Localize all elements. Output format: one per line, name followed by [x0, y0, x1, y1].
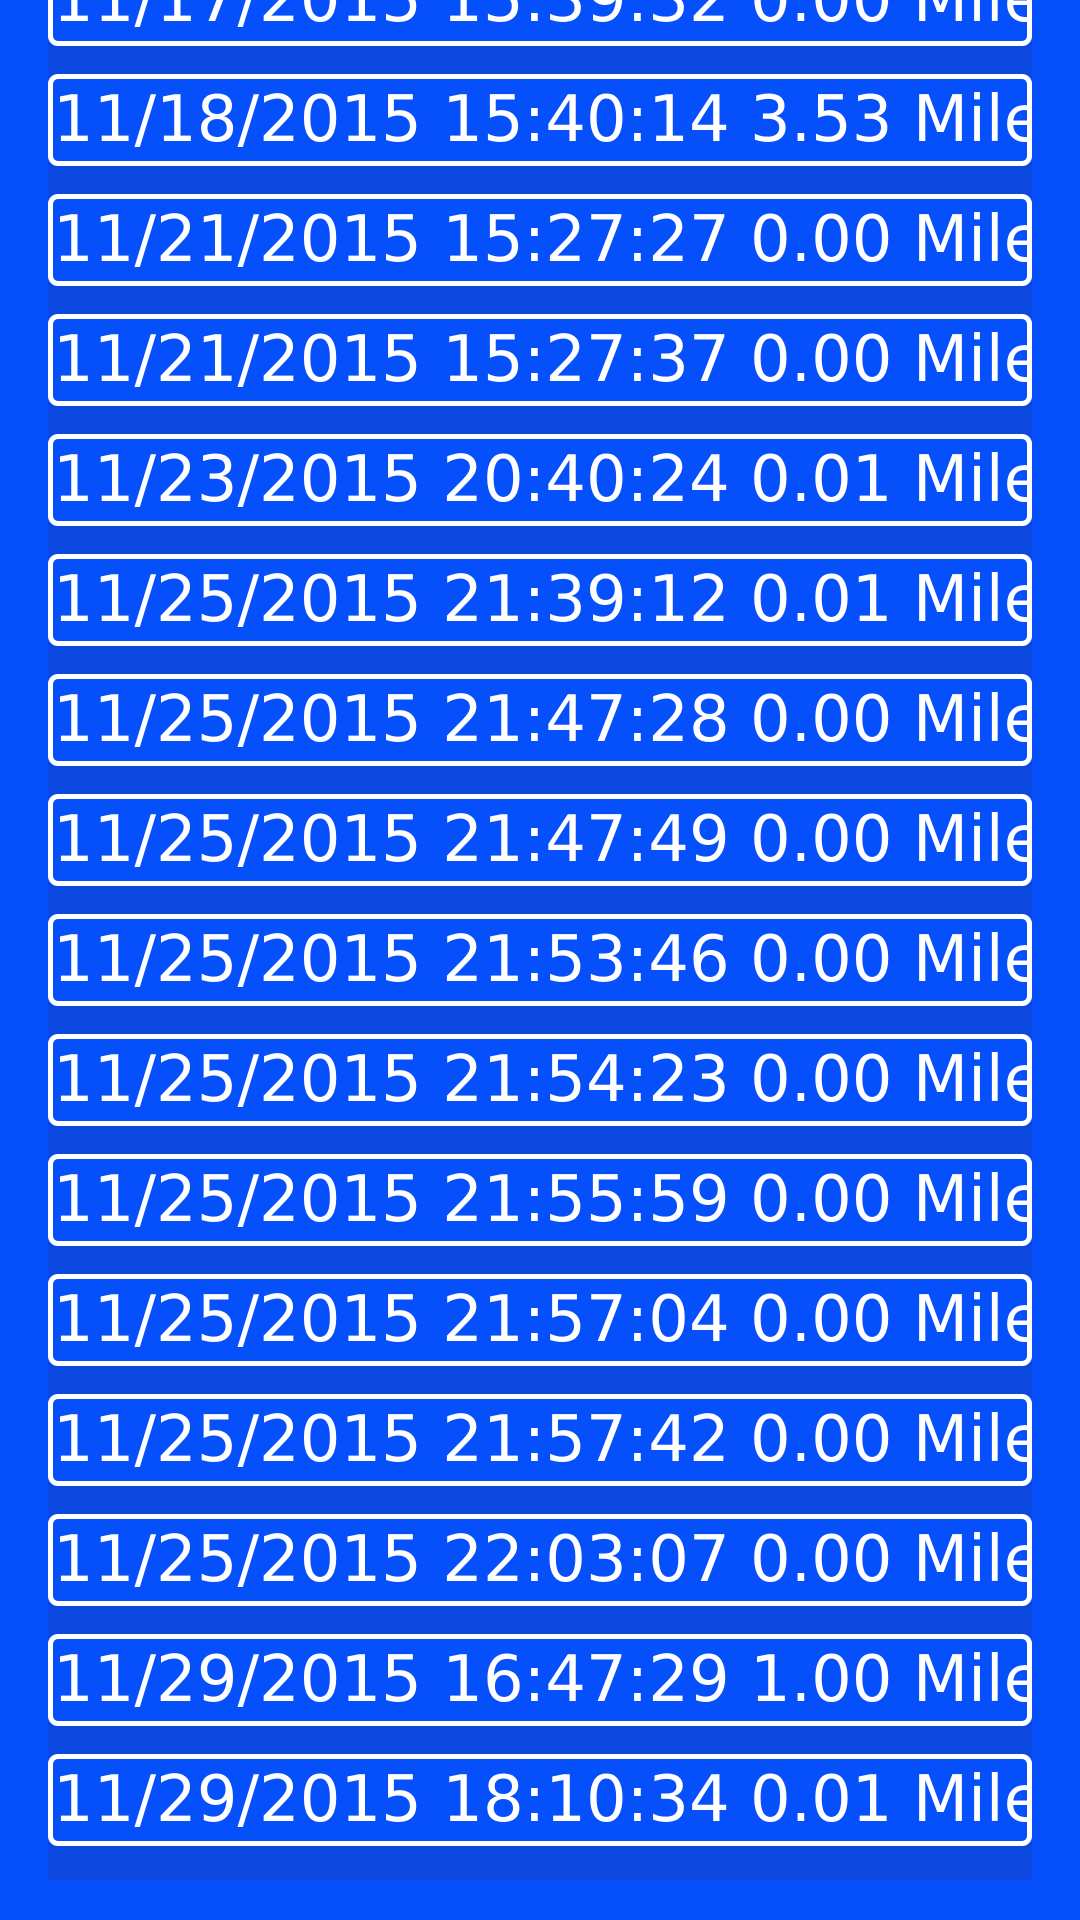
trip-date: 11/25/2015 [53, 1163, 422, 1237]
trip-distance: 0.00 [750, 1403, 893, 1477]
trip-distance-unit: Miles [912, 443, 1027, 517]
trip-distance: 0.00 [750, 1523, 893, 1597]
trip-date: 11/25/2015 [53, 563, 422, 637]
trip-date: 11/29/2015 [53, 1643, 422, 1717]
trip-time: 21:57:04 [442, 1283, 730, 1357]
trip-date: 11/25/2015 [53, 683, 422, 757]
trip-list-item[interactable]: 11/25/2015 21:57:04 0.00 Miles [48, 1274, 1032, 1366]
trip-date: 11/23/2015 [53, 443, 422, 517]
trip-distance: 0.00 [750, 323, 893, 397]
trip-list-item[interactable]: 11/25/2015 21:39:12 0.01 Miles [48, 554, 1032, 646]
trip-time: 15:27:27 [442, 203, 730, 277]
trip-distance: 0.00 [750, 1163, 893, 1237]
trip-distance-unit: Miles [912, 1523, 1027, 1597]
trip-time: 20:40:24 [442, 443, 730, 517]
trip-list-item[interactable]: 11/25/2015 21:47:28 0.00 Miles [48, 674, 1032, 766]
trip-time: 21:47:28 [442, 683, 730, 757]
trip-time: 21:53:46 [442, 923, 730, 997]
trip-distance: 0.00 [750, 203, 893, 277]
trip-distance-unit: Miles [912, 803, 1027, 877]
trip-distance-unit: Miles [912, 683, 1027, 757]
trip-distance: 0.00 [750, 0, 893, 37]
trip-distance-unit: Miles [912, 923, 1027, 997]
trip-distance-unit: Miles [912, 323, 1027, 397]
trip-distance: 0.00 [750, 1043, 893, 1117]
trip-distance-unit: Miles [912, 1043, 1027, 1117]
trip-date: 11/25/2015 [53, 803, 422, 877]
trip-distance-unit: Miles [912, 563, 1027, 637]
trip-time: 22:03:07 [442, 1523, 730, 1597]
trip-time: 21:47:49 [442, 803, 730, 877]
trip-distance: 0.01 [750, 563, 893, 637]
trip-date: 11/25/2015 [53, 1043, 422, 1117]
trip-distance-unit: Miles [912, 1403, 1027, 1477]
trip-distance: 0.01 [750, 1763, 893, 1837]
trip-list-item[interactable]: 11/29/2015 16:47:29 1.00 Miles [48, 1634, 1032, 1726]
trip-distance: 0.00 [750, 683, 893, 757]
trip-date: 11/25/2015 [53, 1523, 422, 1597]
trip-list-item[interactable]: 11/25/2015 21:53:46 0.00 Miles [48, 914, 1032, 1006]
trip-date: 11/17/2015 [53, 0, 422, 37]
trip-distance-unit: Miles [912, 1643, 1027, 1717]
trip-distance: 1.00 [750, 1643, 893, 1717]
trip-list-item[interactable]: 11/25/2015 21:55:59 0.00 Miles [48, 1154, 1032, 1246]
trip-list-item[interactable]: 11/29/2015 18:10:34 0.01 Miles [48, 1754, 1032, 1846]
trip-distance-unit: Miles [912, 203, 1027, 277]
trip-time: 21:57:42 [442, 1403, 730, 1477]
trip-distance: 3.53 [750, 83, 893, 157]
trip-time: 21:39:12 [442, 563, 730, 637]
trip-list-item[interactable]: 11/21/2015 15:27:37 0.00 Miles [48, 314, 1032, 406]
trip-distance: 0.00 [750, 803, 893, 877]
trip-distance-unit: Miles [912, 1163, 1027, 1237]
trip-distance: 0.00 [750, 1283, 893, 1357]
trip-list-item[interactable]: 11/23/2015 20:40:24 0.01 Miles [48, 434, 1032, 526]
trip-date: 11/25/2015 [53, 1403, 422, 1477]
trip-date: 11/21/2015 [53, 323, 422, 397]
trip-date: 11/18/2015 [53, 83, 422, 157]
trip-distance: 0.01 [750, 443, 893, 517]
trip-distance-unit: Miles [912, 1283, 1027, 1357]
trip-distance-unit: Miles [912, 1763, 1027, 1837]
trip-time: 15:27:37 [442, 323, 730, 397]
trip-list-item[interactable]: 11/25/2015 21:57:42 0.00 Miles [48, 1394, 1032, 1486]
trip-distance-unit: Miles [912, 0, 1027, 37]
trip-time: 15:40:14 [442, 83, 730, 157]
trip-list-item[interactable]: 11/17/2015 15:39:32 0.00 Miles [48, 0, 1032, 46]
trip-date: 11/29/2015 [53, 1763, 422, 1837]
trip-list-item[interactable]: 11/25/2015 21:54:23 0.00 Miles [48, 1034, 1032, 1126]
trip-time: 18:10:34 [442, 1763, 730, 1837]
trip-list-item[interactable]: 11/25/2015 21:47:49 0.00 Miles [48, 794, 1032, 886]
trip-time: 21:54:23 [442, 1043, 730, 1117]
trip-list-item[interactable]: 11/21/2015 15:27:27 0.00 Miles [48, 194, 1032, 286]
trip-distance: 0.00 [750, 923, 893, 997]
trip-time: 16:47:29 [442, 1643, 730, 1717]
trip-date: 11/21/2015 [53, 203, 422, 277]
trip-date: 11/25/2015 [53, 923, 422, 997]
trip-list-item[interactable]: 11/25/2015 22:03:07 0.00 Miles [48, 1514, 1032, 1606]
trip-list-item[interactable]: 11/18/2015 15:40:14 3.53 Miles [48, 74, 1032, 166]
trip-date: 11/25/2015 [53, 1283, 422, 1357]
trip-list[interactable]: 11/17/2015 15:39:32 0.00 Miles11/18/2015… [48, 0, 1032, 1880]
trip-time: 21:55:59 [442, 1163, 730, 1237]
trip-history-screen: 11/17/2015 15:39:32 0.00 Miles11/18/2015… [0, 0, 1080, 1920]
trip-distance-unit: Miles [912, 83, 1027, 157]
trip-time: 15:39:32 [442, 0, 730, 37]
